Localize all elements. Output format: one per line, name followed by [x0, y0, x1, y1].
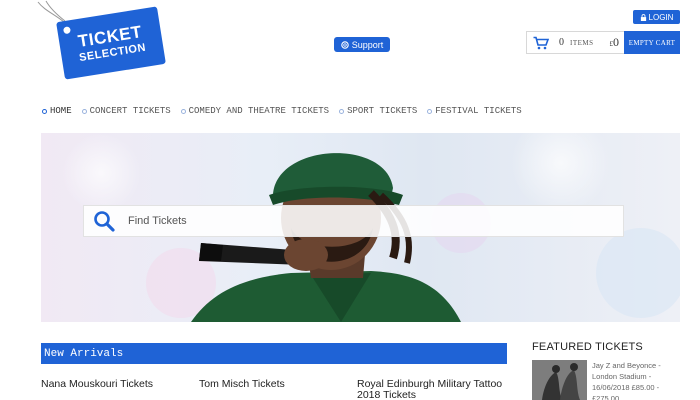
search-icon[interactable]: [93, 210, 115, 232]
featured-ticket-text[interactable]: Jay Z and Beyonce - London Stadium - 16/…: [592, 360, 682, 400]
search-input[interactable]: [128, 215, 588, 227]
nav-label: COMEDY AND THEATRE TICKETS: [188, 106, 330, 116]
support-label: Support: [351, 39, 384, 50]
cart-total-amount: 0: [613, 35, 619, 49]
login-label: LOGIN: [648, 12, 674, 22]
cart-count: 0: [559, 37, 564, 48]
arrival-item[interactable]: Royal Edinburgh Military Tattoo 2018 Tic…: [357, 379, 517, 400]
arrival-item[interactable]: Nana Mouskouri Tickets: [41, 379, 191, 390]
nav-bullet-icon: [81, 108, 87, 114]
search-bar[interactable]: [83, 205, 624, 237]
featured-photo: [532, 360, 587, 400]
featured-tickets-title: FEATURED TICKETS: [532, 341, 643, 353]
nav-label: FESTIVAL TICKETS: [435, 106, 522, 116]
featured-ticket-thumbnail[interactable]: [532, 360, 587, 400]
nav-bullet-icon: [427, 108, 433, 114]
empty-cart-button[interactable]: EMPTY CART: [624, 31, 680, 54]
nav-item-sport[interactable]: SPORT TICKETS: [339, 106, 417, 116]
ticket-selection-logo[interactable]: TICKET SELECTION: [28, 0, 166, 80]
cart-total: £ 0: [610, 35, 620, 50]
cart-widget[interactable]: 0 ITEMS £ 0 EMPTY CART: [526, 31, 680, 54]
nav-item-festival[interactable]: FESTIVAL TICKETS: [427, 106, 522, 116]
main-nav: HOME CONCERT TICKETS COMEDY AND THEATRE …: [42, 106, 522, 116]
cart-items-label: ITEMS: [570, 38, 594, 47]
support-button[interactable]: Support: [334, 37, 390, 52]
lock-icon: [640, 13, 646, 21]
login-button[interactable]: LOGIN: [633, 10, 680, 24]
arrival-item[interactable]: Tom Misch Tickets: [199, 379, 349, 390]
nav-label: HOME: [50, 106, 72, 116]
new-arrivals-header: New Arrivals: [41, 343, 507, 364]
shopping-cart-icon: [533, 36, 549, 49]
nav-bullet-icon: [339, 108, 345, 114]
nav-bullet-icon: [180, 108, 186, 114]
nav-label: SPORT TICKETS: [347, 106, 418, 116]
nav-item-concert[interactable]: CONCERT TICKETS: [81, 106, 171, 116]
lifebuoy-icon: [340, 40, 349, 49]
nav-label: CONCERT TICKETS: [89, 106, 171, 116]
nav-item-home[interactable]: HOME: [42, 106, 72, 116]
nav-bullet-icon: [42, 108, 47, 114]
nav-item-comedy-theatre[interactable]: COMEDY AND THEATRE TICKETS: [180, 106, 330, 116]
